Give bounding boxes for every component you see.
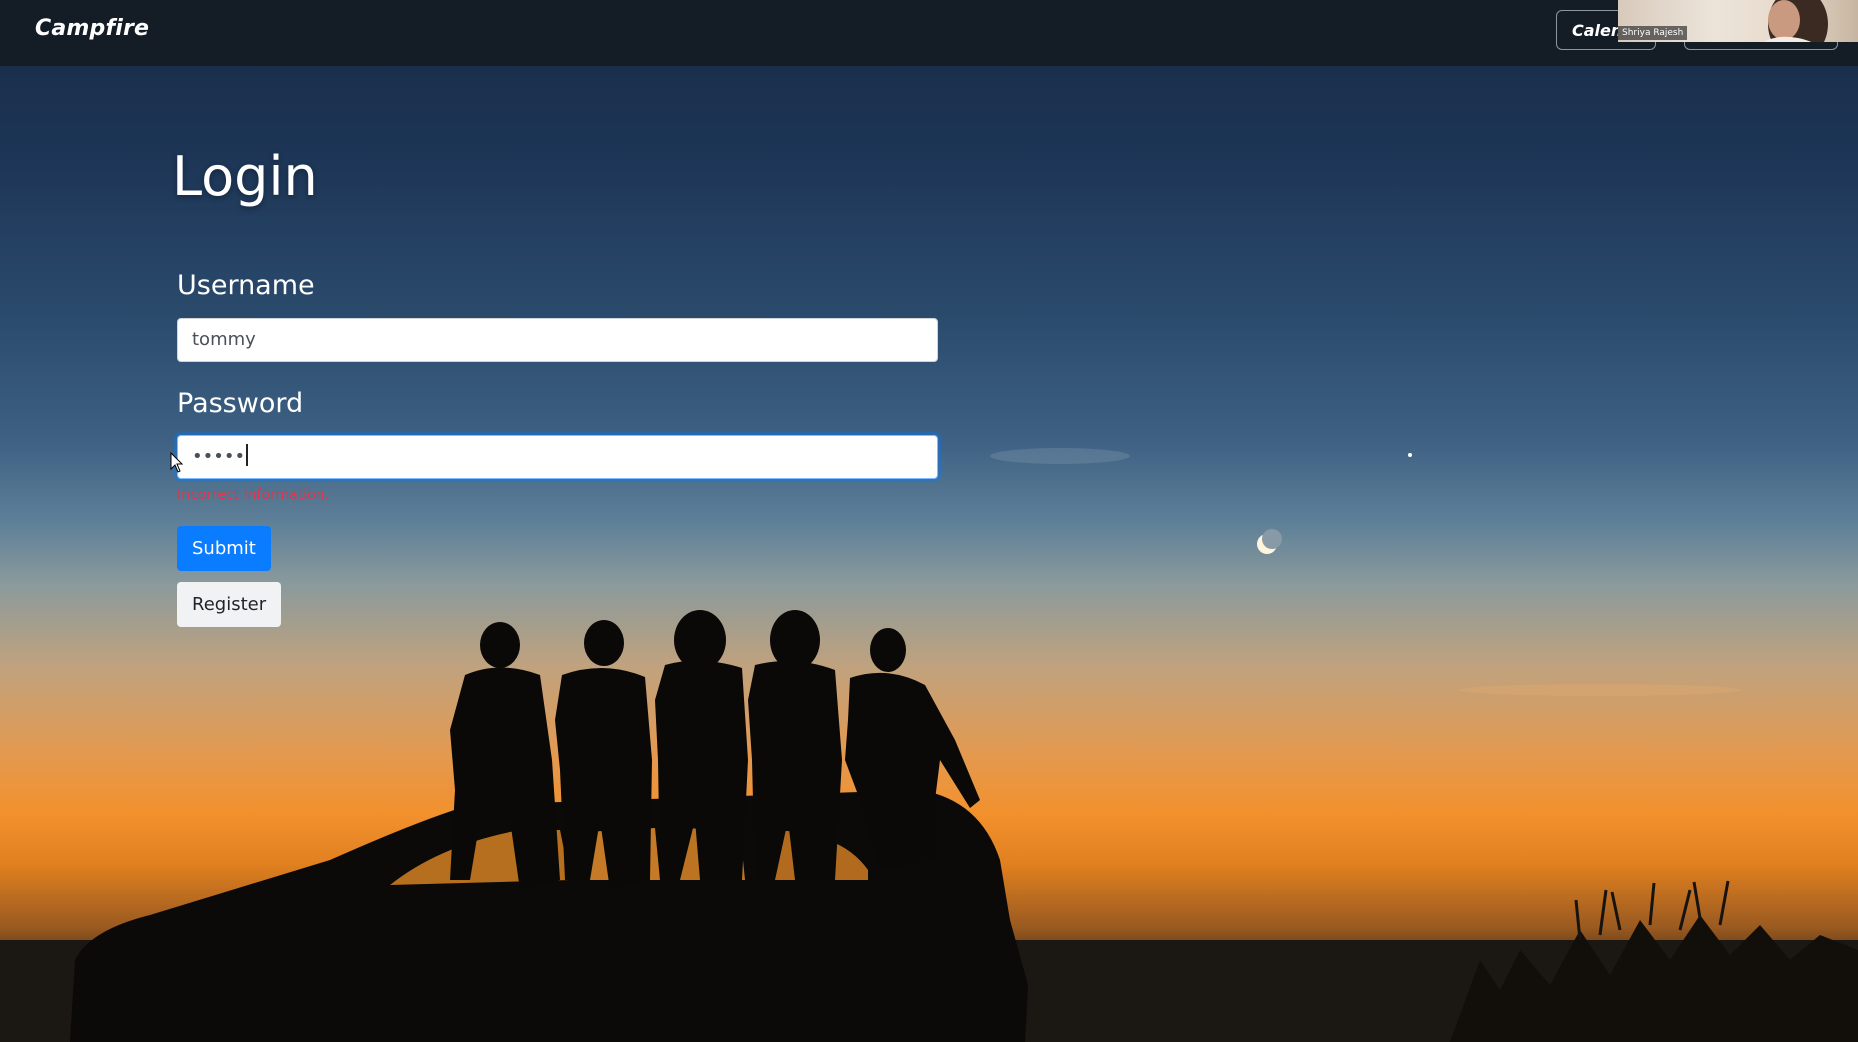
crescent-moon-icon [1257,529,1282,554]
password-input[interactable]: ••••• [177,435,938,479]
participant-video-feed [1763,0,1828,42]
participant-name-label: Shriya Rajesh [1618,26,1688,40]
arrow-pointer-icon [170,452,184,473]
video-call-overlay: Shriya Rajesh [1618,0,1858,42]
password-masked-value: ••••• [192,446,246,467]
register-button[interactable]: Register [177,582,282,627]
star-dot [1408,453,1412,457]
username-value: tommy [192,329,256,350]
password-label: Password [177,388,304,419]
top-navbar: Campfire Calendar [0,0,1858,66]
brand-logo[interactable]: Campfire [35,16,149,41]
username-label: Username [177,270,315,301]
error-message: Incorrect Information. [177,487,329,503]
text-caret [246,444,249,466]
submit-button[interactable]: Submit [177,526,271,571]
username-input[interactable]: tommy [177,318,938,362]
page-title: Login [172,145,318,208]
